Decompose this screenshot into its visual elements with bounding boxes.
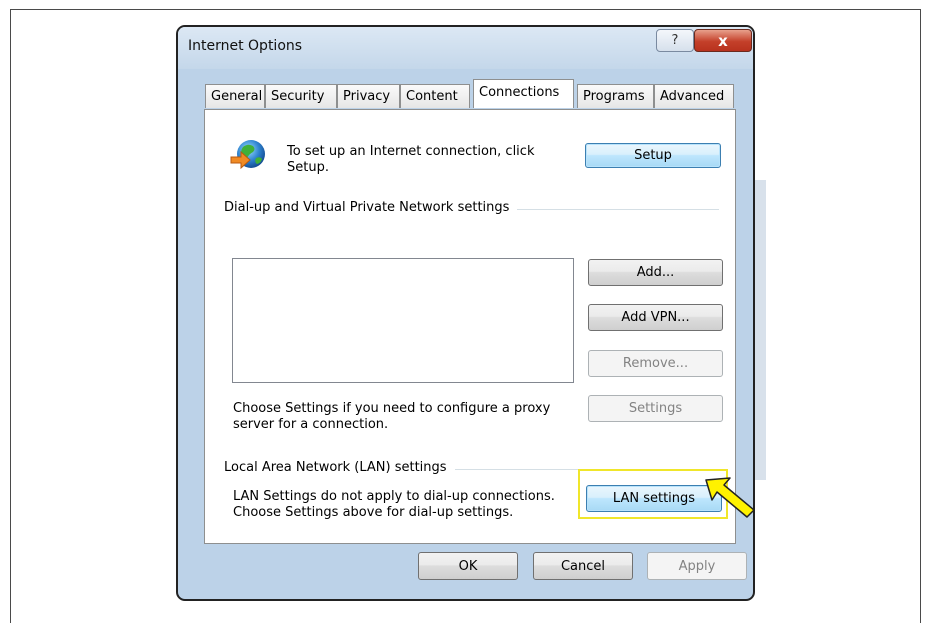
lan-group-label: Local Area Network (LAN) settings	[224, 460, 455, 475]
internet-options-dialog: Internet Options ? x General Security Pr…	[176, 25, 755, 601]
remove-button[interactable]: Remove...	[588, 350, 723, 377]
tab-connections[interactable]: Connections	[473, 79, 574, 108]
tab-general[interactable]: General	[205, 84, 265, 108]
title-bar: Internet Options ? x	[178, 27, 753, 69]
settings-button[interactable]: Settings	[588, 395, 723, 422]
yellow-arrow-icon	[705, 477, 755, 518]
connections-panel: To set up an Internet connection, click …	[204, 109, 736, 544]
add-vpn-button[interactable]: Add VPN...	[588, 304, 723, 331]
connection-listbox[interactable]	[232, 258, 574, 383]
tab-security[interactable]: Security	[265, 84, 337, 108]
setup-button[interactable]: Setup	[585, 143, 721, 168]
globe-arrow-icon	[230, 140, 265, 170]
ok-button[interactable]: OK	[418, 552, 518, 580]
close-button[interactable]: x	[694, 29, 752, 52]
cancel-button[interactable]: Cancel	[533, 552, 633, 580]
apply-button[interactable]: Apply	[647, 552, 747, 580]
proxy-description: Choose Settings if you need to configure…	[233, 401, 551, 432]
help-button[interactable]: ?	[656, 29, 694, 52]
tab-privacy[interactable]: Privacy	[337, 84, 400, 108]
tab-content[interactable]: Content	[400, 84, 470, 108]
tab-programs[interactable]: Programs	[577, 84, 654, 108]
setup-description: To set up an Internet connection, click …	[287, 144, 535, 175]
window-title: Internet Options	[188, 38, 303, 54]
tab-advanced[interactable]: Advanced	[654, 84, 734, 108]
help-icon: ?	[671, 33, 679, 48]
add-button[interactable]: Add...	[588, 259, 723, 286]
close-icon: x	[718, 31, 728, 50]
dialup-group-label: Dial-up and Virtual Private Network sett…	[224, 200, 518, 215]
lan-description: LAN Settings do not apply to dial-up con…	[233, 489, 555, 520]
